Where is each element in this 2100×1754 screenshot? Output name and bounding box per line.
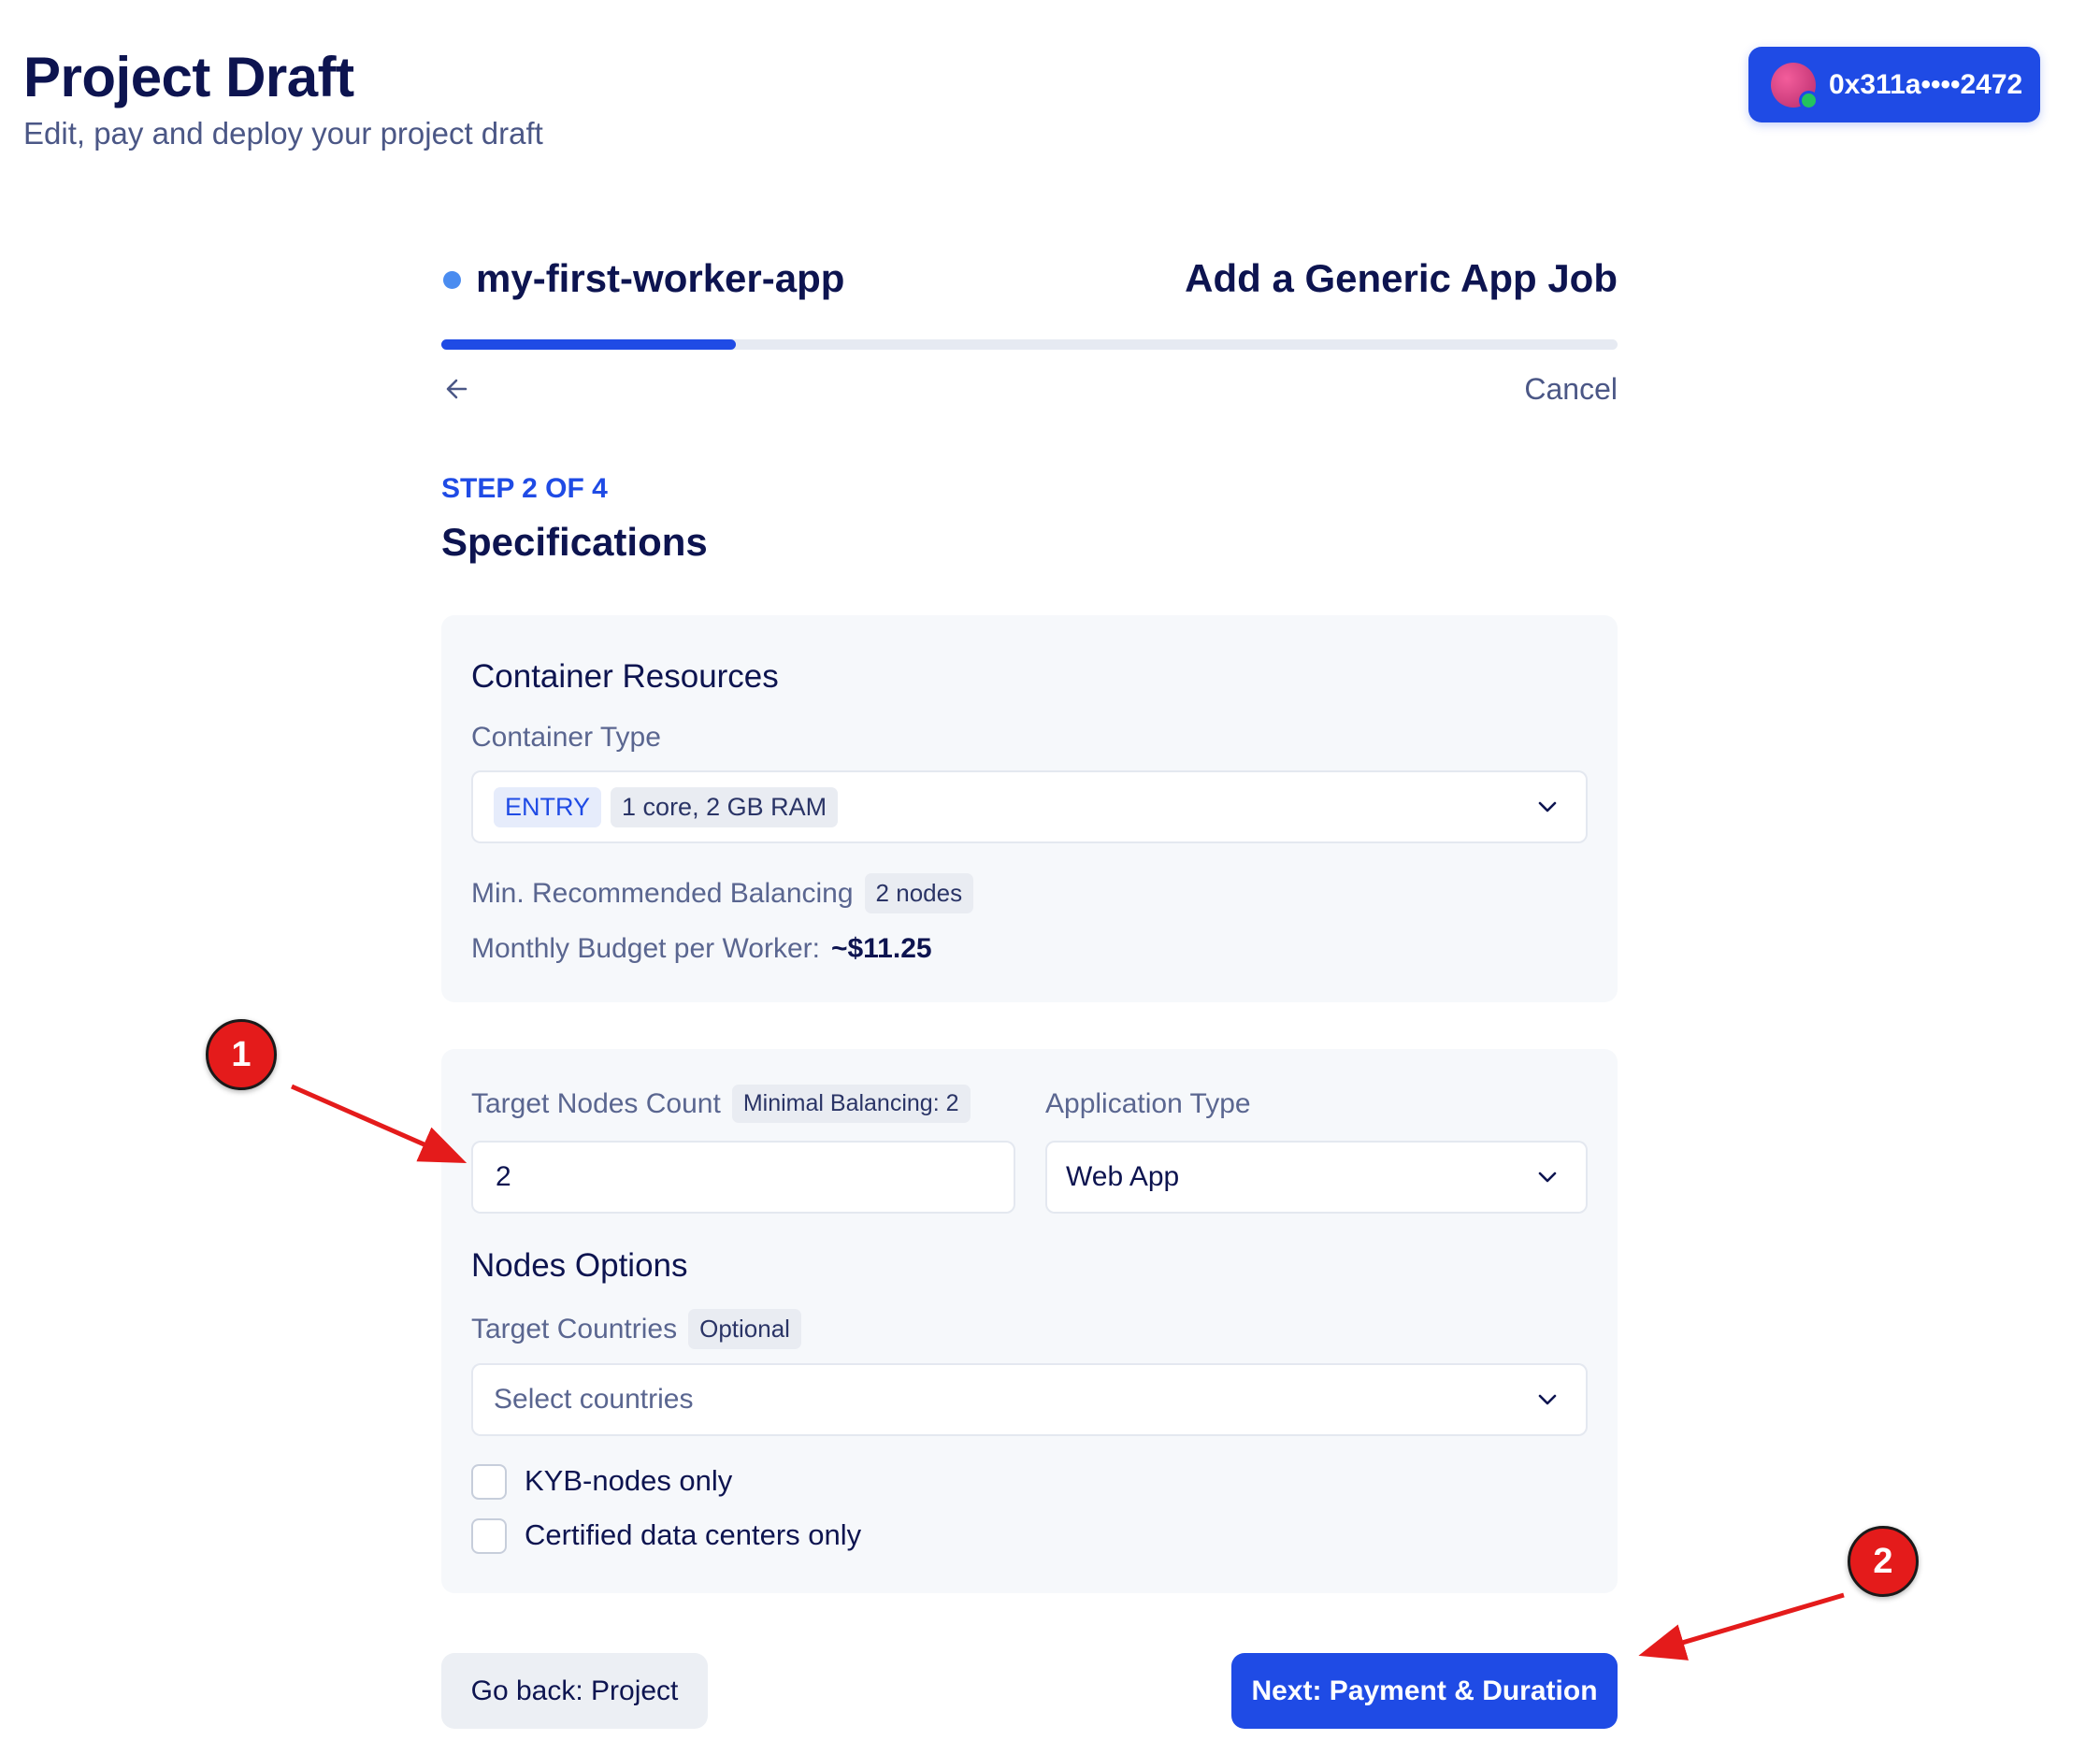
target-nodes-label-row: Target Nodes Count Minimal Balancing: 2: [471, 1085, 971, 1123]
optional-badge: Optional: [688, 1309, 801, 1349]
annotation-arrow-2: [1638, 1592, 1845, 1661]
minimal-balancing-badge: Minimal Balancing: 2: [731, 1085, 971, 1123]
connected-check-icon: [1799, 90, 1819, 110]
certified-datacenters-label: Certified data centers only: [525, 1518, 862, 1551]
chevron-down-icon: [1538, 1172, 1557, 1183]
project-name: my-first-worker-app: [476, 256, 845, 300]
container-type-label: Container Type: [471, 722, 661, 753]
kyb-nodes-checkbox[interactable]: [471, 1464, 507, 1500]
target-countries-label: Target Countries: [471, 1313, 678, 1344]
page-subtitle: Edit, pay and deploy your project draft: [23, 116, 543, 151]
min-balancing-row: Min. Recommended Balancing 2 nodes: [471, 873, 974, 913]
wallet-button[interactable]: 0x311a••••2472: [1748, 47, 2040, 122]
go-back-project-button[interactable]: Go back: Project: [441, 1653, 708, 1729]
min-balancing-label: Min. Recommended Balancing: [471, 877, 854, 909]
annotation-marker-1: 1: [206, 1019, 277, 1090]
annotation-marker-2: 2: [1848, 1526, 1919, 1597]
container-type-select[interactable]: ENTRY 1 core, 2 GB RAM: [471, 770, 1588, 843]
wizard-progress-bar: [441, 339, 1618, 350]
wallet-address: 0x311a••••2472: [1829, 68, 2023, 100]
step-title: Specifications: [441, 520, 708, 564]
application-type-label: Application Type: [1045, 1088, 1251, 1119]
target-nodes-input[interactable]: 2: [471, 1141, 1015, 1214]
nodes-card: Target Nodes Count Minimal Balancing: 2 …: [441, 1049, 1618, 1593]
container-resources-card: Container Resources Container Type ENTRY…: [441, 615, 1618, 1002]
min-balancing-badge: 2 nodes: [864, 873, 974, 913]
container-resources-heading: Container Resources: [471, 658, 779, 695]
next-payment-duration-button[interactable]: Next: Payment & Duration: [1231, 1653, 1618, 1729]
back-arrow-icon[interactable]: [441, 372, 479, 406]
job-title: Add a Generic App Job: [1185, 256, 1618, 300]
application-type-value: Web App: [1066, 1161, 1180, 1192]
monthly-budget-row: Monthly Budget per Worker: ~$11.25: [471, 933, 932, 965]
container-tier-tag: ENTRY: [494, 786, 602, 827]
step-label: STEP 2 OF 4: [441, 473, 608, 504]
project-status-dot: [443, 271, 461, 289]
monthly-budget-value: ~$11.25: [830, 933, 932, 964]
monthly-budget-label: Monthly Budget per Worker:: [471, 933, 820, 964]
chevron-down-icon: [1538, 801, 1557, 812]
target-countries-placeholder: Select countries: [494, 1384, 694, 1415]
annotation-arrow-1: [290, 1084, 467, 1164]
certified-datacenters-checkbox[interactable]: [471, 1518, 507, 1554]
application-type-select[interactable]: Web App: [1045, 1141, 1588, 1214]
target-nodes-label: Target Nodes Count: [471, 1087, 721, 1119]
kyb-nodes-label: KYB-nodes only: [525, 1464, 733, 1497]
page-title: Project Draft: [23, 46, 354, 108]
page: Project Draft Edit, pay and deploy your …: [0, 0, 2100, 1754]
wallet-avatar: [1771, 62, 1819, 110]
target-countries-select[interactable]: Select countries: [471, 1363, 1588, 1436]
target-countries-label-row: Target Countries Optional: [471, 1309, 801, 1349]
wizard-progress-fill: [441, 339, 736, 350]
nodes-options-heading: Nodes Options: [471, 1247, 688, 1284]
cancel-link[interactable]: Cancel: [1524, 372, 1618, 407]
container-spec-tag: 1 core, 2 GB RAM: [611, 786, 839, 827]
chevron-down-icon: [1538, 1394, 1557, 1405]
